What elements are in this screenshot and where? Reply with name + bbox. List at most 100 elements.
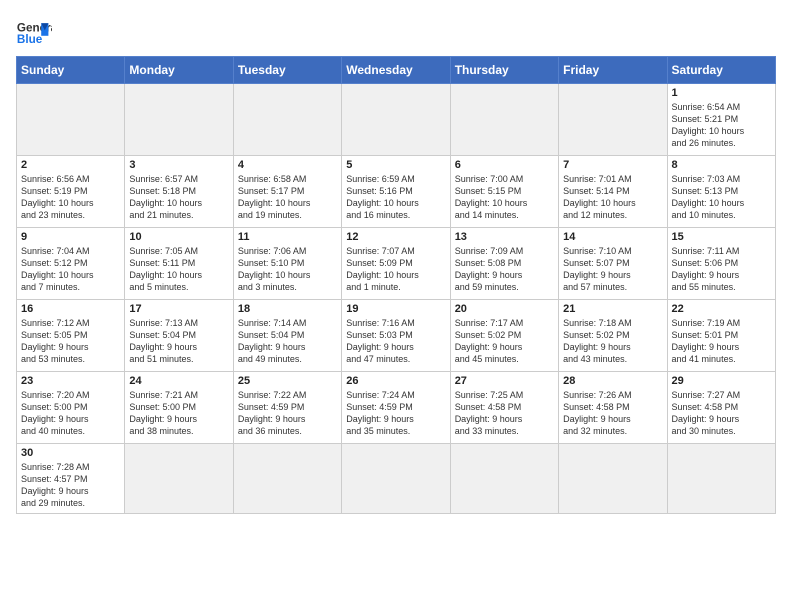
day-number: 23 bbox=[21, 375, 120, 387]
day-info: Sunrise: 7:17 AM Sunset: 5:02 PM Dayligh… bbox=[455, 317, 554, 366]
day-info: Sunrise: 6:54 AM Sunset: 5:21 PM Dayligh… bbox=[672, 101, 771, 150]
calendar-cell: 8 Sunrise: 7:03 AM Sunset: 5:13 PM Daylig… bbox=[667, 156, 775, 228]
header-row: SundayMondayTuesdayWednesdayThursdayFrid… bbox=[17, 57, 776, 84]
calendar-cell: 2 Sunrise: 6:56 AM Sunset: 5:19 PM Daylig… bbox=[17, 156, 125, 228]
calendar-cell: 15Sunrise: 7:11 AM Sunset: 5:06 PM Dayli… bbox=[667, 228, 775, 300]
svg-text:Blue: Blue bbox=[17, 33, 43, 46]
week-row-3: 16Sunrise: 7:12 AM Sunset: 5:05 PM Dayli… bbox=[17, 300, 776, 372]
calendar-cell: 28Sunrise: 7:26 AM Sunset: 4:58 PM Dayli… bbox=[559, 372, 667, 444]
day-number: 30 bbox=[21, 447, 120, 459]
calendar-cell: 13 Sunrise: 7:09 AM Sunset: 5:08 PM Dayli… bbox=[450, 228, 558, 300]
calendar-cell: 22Sunrise: 7:19 AM Sunset: 5:01 PM Dayli… bbox=[667, 300, 775, 372]
calendar-cell bbox=[342, 444, 450, 514]
calendar-cell: 26 Sunrise: 7:24 AM Sunset: 4:59 PM Dayli… bbox=[342, 372, 450, 444]
day-number: 5 bbox=[346, 159, 445, 171]
day-info: Sunrise: 7:20 AM Sunset: 5:00 PM Dayligh… bbox=[21, 389, 120, 438]
day-info: Sunrise: 7:07 AM Sunset: 5:09 PM Dayligh… bbox=[346, 245, 445, 294]
day-number: 19 bbox=[346, 303, 445, 315]
day-number: 9 bbox=[21, 231, 120, 243]
day-info: Sunrise: 7:04 AM Sunset: 5:12 PM Dayligh… bbox=[21, 245, 120, 294]
day-info: Sunrise: 6:56 AM Sunset: 5:19 PM Dayligh… bbox=[21, 173, 120, 222]
day-number: 1 bbox=[672, 87, 771, 99]
day-info: Sunrise: 6:57 AM Sunset: 5:18 PM Dayligh… bbox=[129, 173, 228, 222]
calendar-cell: 3 Sunrise: 6:57 AM Sunset: 5:18 PM Daylig… bbox=[125, 156, 233, 228]
calendar-cell: 4 Sunrise: 6:58 AM Sunset: 5:17 PM Daylig… bbox=[233, 156, 341, 228]
calendar-cell: 16Sunrise: 7:12 AM Sunset: 5:05 PM Dayli… bbox=[17, 300, 125, 372]
calendar-cell bbox=[233, 84, 341, 156]
calendar-cell bbox=[559, 444, 667, 514]
day-header-tuesday: Tuesday bbox=[233, 57, 341, 84]
day-number: 26 bbox=[346, 375, 445, 387]
day-header-saturday: Saturday bbox=[667, 57, 775, 84]
calendar-cell bbox=[342, 84, 450, 156]
logo: General Blue bbox=[16, 16, 52, 52]
calendar-cell bbox=[233, 444, 341, 514]
calendar-cell: 20Sunrise: 7:17 AM Sunset: 5:02 PM Dayli… bbox=[450, 300, 558, 372]
calendar-cell bbox=[17, 84, 125, 156]
calendar-cell: 9 Sunrise: 7:04 AM Sunset: 5:12 PM Daylig… bbox=[17, 228, 125, 300]
day-info: Sunrise: 7:25 AM Sunset: 4:58 PM Dayligh… bbox=[455, 389, 554, 438]
calendar-cell: 25 Sunrise: 7:22 AM Sunset: 4:59 PM Dayli… bbox=[233, 372, 341, 444]
day-number: 27 bbox=[455, 375, 554, 387]
calendar-cell bbox=[667, 444, 775, 514]
day-info: Sunrise: 6:58 AM Sunset: 5:17 PM Dayligh… bbox=[238, 173, 337, 222]
day-number: 4 bbox=[238, 159, 337, 171]
day-info: Sunrise: 7:10 AM Sunset: 5:07 PM Dayligh… bbox=[563, 245, 662, 294]
day-info: Sunrise: 7:22 AM Sunset: 4:59 PM Dayligh… bbox=[238, 389, 337, 438]
day-info: Sunrise: 7:03 AM Sunset: 5:13 PM Dayligh… bbox=[672, 173, 771, 222]
day-header-wednesday: Wednesday bbox=[342, 57, 450, 84]
day-number: 24 bbox=[129, 375, 228, 387]
day-info: Sunrise: 7:09 AM Sunset: 5:08 PM Dayligh… bbox=[455, 245, 554, 294]
day-number: 6 bbox=[455, 159, 554, 171]
week-row-4: 23 Sunrise: 7:20 AM Sunset: 5:00 PM Dayli… bbox=[17, 372, 776, 444]
calendar-cell: 14Sunrise: 7:10 AM Sunset: 5:07 PM Dayli… bbox=[559, 228, 667, 300]
day-number: 17 bbox=[129, 303, 228, 315]
day-number: 8 bbox=[672, 159, 771, 171]
day-number: 28 bbox=[563, 375, 662, 387]
day-number: 13 bbox=[455, 231, 554, 243]
day-number: 3 bbox=[129, 159, 228, 171]
calendar-cell bbox=[125, 444, 233, 514]
calendar-cell bbox=[559, 84, 667, 156]
calendar-cell: 6 Sunrise: 7:00 AM Sunset: 5:15 PM Daylig… bbox=[450, 156, 558, 228]
week-row-1: 2 Sunrise: 6:56 AM Sunset: 5:19 PM Daylig… bbox=[17, 156, 776, 228]
calendar-cell: 12 Sunrise: 7:07 AM Sunset: 5:09 PM Dayli… bbox=[342, 228, 450, 300]
logo-icon: General Blue bbox=[16, 16, 52, 52]
calendar-cell: 21Sunrise: 7:18 AM Sunset: 5:02 PM Dayli… bbox=[559, 300, 667, 372]
day-info: Sunrise: 7:24 AM Sunset: 4:59 PM Dayligh… bbox=[346, 389, 445, 438]
day-info: Sunrise: 7:11 AM Sunset: 5:06 PM Dayligh… bbox=[672, 245, 771, 294]
day-info: Sunrise: 7:21 AM Sunset: 5:00 PM Dayligh… bbox=[129, 389, 228, 438]
calendar-table: SundayMondayTuesdayWednesdayThursdayFrid… bbox=[16, 56, 776, 514]
day-number: 12 bbox=[346, 231, 445, 243]
day-info: Sunrise: 7:01 AM Sunset: 5:14 PM Dayligh… bbox=[563, 173, 662, 222]
calendar-cell bbox=[450, 84, 558, 156]
calendar-cell: 24 Sunrise: 7:21 AM Sunset: 5:00 PM Dayli… bbox=[125, 372, 233, 444]
day-info: Sunrise: 7:16 AM Sunset: 5:03 PM Dayligh… bbox=[346, 317, 445, 366]
calendar-cell: 27 Sunrise: 7:25 AM Sunset: 4:58 PM Dayli… bbox=[450, 372, 558, 444]
day-header-friday: Friday bbox=[559, 57, 667, 84]
day-number: 11 bbox=[238, 231, 337, 243]
day-info: Sunrise: 7:00 AM Sunset: 5:15 PM Dayligh… bbox=[455, 173, 554, 222]
calendar-cell: 23 Sunrise: 7:20 AM Sunset: 5:00 PM Dayli… bbox=[17, 372, 125, 444]
calendar-cell: 17Sunrise: 7:13 AM Sunset: 5:04 PM Dayli… bbox=[125, 300, 233, 372]
day-number: 21 bbox=[563, 303, 662, 315]
day-number: 29 bbox=[672, 375, 771, 387]
day-number: 22 bbox=[672, 303, 771, 315]
day-number: 16 bbox=[21, 303, 120, 315]
day-info: Sunrise: 7:14 AM Sunset: 5:04 PM Dayligh… bbox=[238, 317, 337, 366]
day-header-thursday: Thursday bbox=[450, 57, 558, 84]
week-row-0: 1 Sunrise: 6:54 AM Sunset: 5:21 PM Daylig… bbox=[17, 84, 776, 156]
calendar-cell: 11Sunrise: 7:06 AM Sunset: 5:10 PM Dayli… bbox=[233, 228, 341, 300]
day-header-sunday: Sunday bbox=[17, 57, 125, 84]
day-number: 25 bbox=[238, 375, 337, 387]
day-info: Sunrise: 7:28 AM Sunset: 4:57 PM Dayligh… bbox=[21, 461, 120, 510]
day-number: 10 bbox=[129, 231, 228, 243]
day-number: 2 bbox=[21, 159, 120, 171]
calendar-cell bbox=[450, 444, 558, 514]
calendar-cell bbox=[125, 84, 233, 156]
week-row-5: 30 Sunrise: 7:28 AM Sunset: 4:57 PM Dayli… bbox=[17, 444, 776, 514]
calendar-cell: 10Sunrise: 7:05 AM Sunset: 5:11 PM Dayli… bbox=[125, 228, 233, 300]
calendar-cell: 7Sunrise: 7:01 AM Sunset: 5:14 PM Daylig… bbox=[559, 156, 667, 228]
calendar-cell: 1 Sunrise: 6:54 AM Sunset: 5:21 PM Daylig… bbox=[667, 84, 775, 156]
calendar-cell: 29Sunrise: 7:27 AM Sunset: 4:58 PM Dayli… bbox=[667, 372, 775, 444]
